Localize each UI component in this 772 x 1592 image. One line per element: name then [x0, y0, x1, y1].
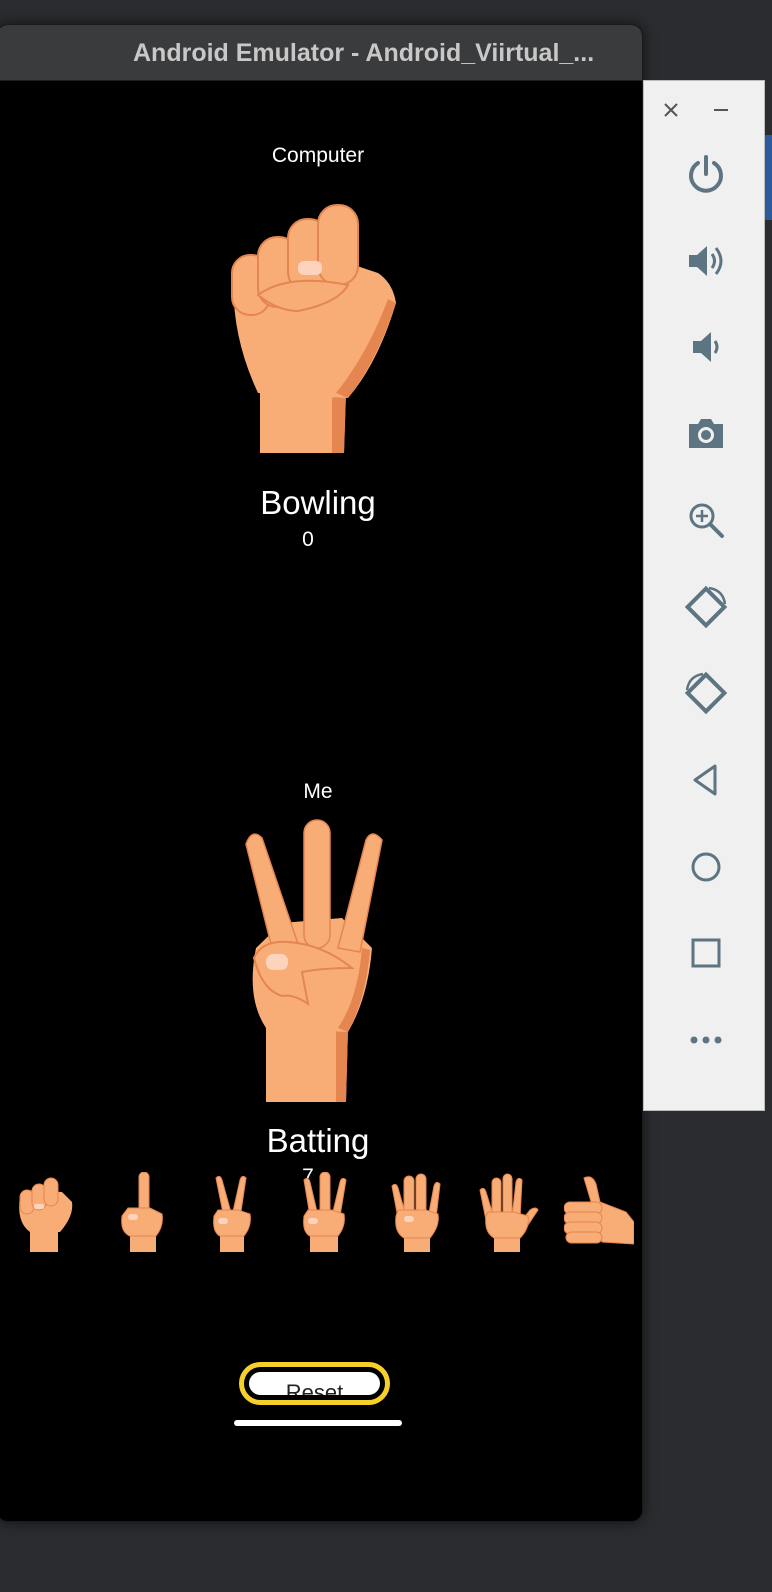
minimize-icon[interactable]: [710, 99, 732, 121]
more-icon: [690, 1036, 722, 1044]
volume-down-button[interactable]: [674, 315, 738, 379]
zoom-icon: [689, 503, 724, 538]
gesture-home-bar[interactable]: [234, 1420, 402, 1426]
computer-role: Bowling: [260, 484, 376, 521]
title-bar[interactable]: Android Emulator - Android_Viirtual_...: [0, 25, 642, 81]
home-icon: [691, 852, 721, 882]
camera-icon: [689, 419, 723, 448]
close-icon[interactable]: [660, 99, 682, 121]
reset-label: Reset: [248, 1371, 381, 1396]
power-button[interactable]: [674, 142, 738, 206]
rotate-left-button[interactable]: [674, 575, 738, 639]
computer-fist-hand-icon: [231, 204, 396, 453]
overview-button[interactable]: [674, 921, 738, 985]
home-button[interactable]: [674, 835, 738, 899]
emulator-toolbar: [643, 80, 765, 1111]
overview-icon: [691, 938, 721, 968]
more-button[interactable]: [674, 1008, 738, 1072]
player-role: Batting: [266, 1122, 370, 1159]
choice-one-finger-hand-icon[interactable]: [108, 1172, 178, 1252]
choice-four-fingers-hand-icon[interactable]: [382, 1172, 452, 1252]
choice-thumbs-up-hand-icon[interactable]: [564, 1172, 634, 1252]
power-icon: [689, 155, 723, 193]
volume-up-button[interactable]: [674, 229, 738, 293]
player-three-fingers-hand-icon: [245, 819, 383, 1102]
back-button[interactable]: [674, 748, 738, 812]
choice-three-fingers-hand-icon[interactable]: [290, 1172, 360, 1252]
volume-down-icon: [693, 332, 719, 362]
choice-five-fingers-hand-icon[interactable]: [474, 1172, 544, 1252]
rotate-right-icon: [684, 671, 728, 715]
reset-button[interactable]: Reset: [239, 1362, 390, 1405]
computer-score: 0: [302, 528, 314, 551]
volume-up-icon: [689, 246, 723, 276]
choice-fist-hand-icon[interactable]: [12, 1172, 82, 1252]
choice-two-fingers-hand-icon[interactable]: [198, 1172, 268, 1252]
zoom-button[interactable]: [674, 488, 738, 552]
screenshot-button[interactable]: [674, 401, 738, 465]
computer-label: Computer: [271, 144, 365, 167]
back-icon: [693, 764, 717, 796]
player-label: Me: [303, 780, 333, 803]
rotate-right-button[interactable]: [674, 661, 738, 725]
window-title: Android Emulator - Android_Viirtual_...: [133, 39, 595, 67]
rotate-left-icon: [684, 585, 728, 629]
